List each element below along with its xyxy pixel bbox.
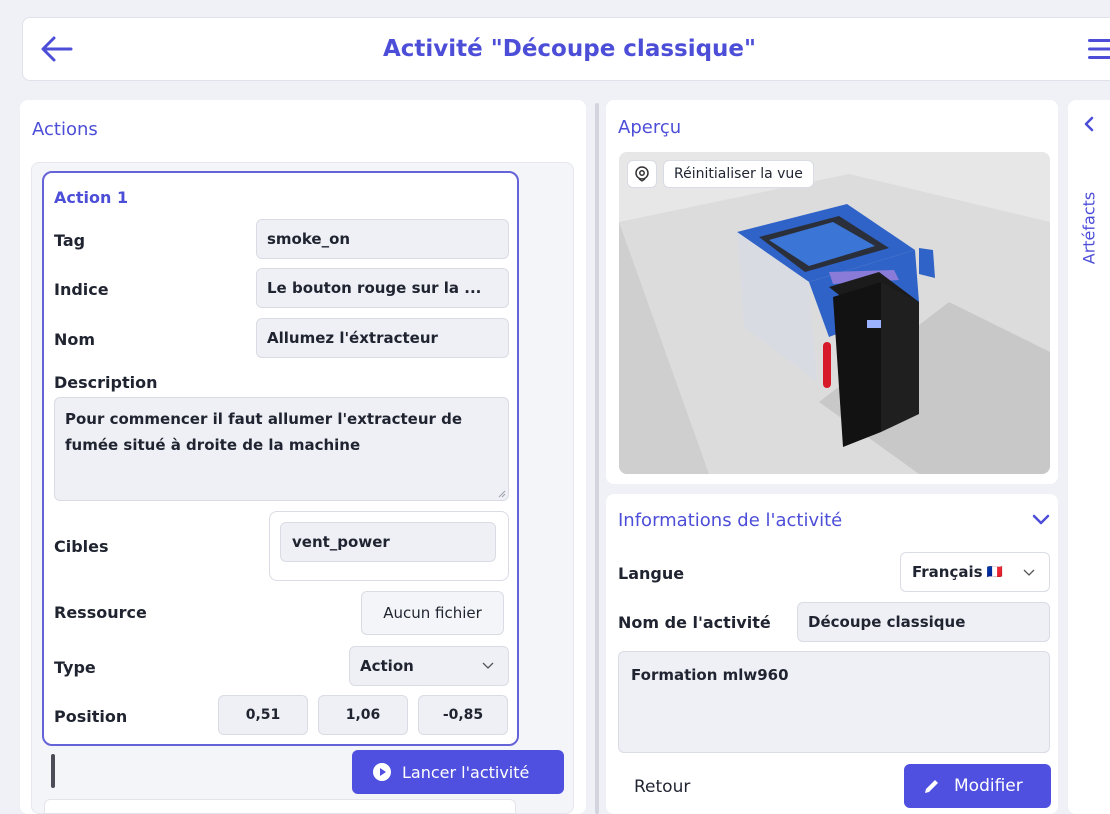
launch-activity-button[interactable]: Lancer l'activité	[352, 750, 564, 794]
activity-description-textarea[interactable]: Formation mlw960	[618, 651, 1050, 753]
launch-activity-label: Lancer l'activité	[402, 762, 530, 782]
tag-input[interactable]: smoke_on	[256, 219, 509, 259]
type-select[interactable]: Action	[349, 646, 509, 686]
description-text: Pour commencer il faut allumer l'extract…	[65, 410, 463, 454]
type-value: Action	[360, 657, 414, 675]
chevron-left-icon[interactable]	[1083, 116, 1095, 132]
language-value: Français	[912, 563, 983, 581]
resize-grip-icon[interactable]	[498, 490, 506, 498]
hamburger-menu-icon[interactable]	[1088, 38, 1110, 60]
pencil-icon	[925, 780, 938, 793]
chevron-down-icon[interactable]	[1031, 512, 1051, 526]
description-label: Description	[54, 373, 158, 392]
type-label: Type	[54, 658, 96, 677]
laser-cutter-model	[619, 152, 1050, 474]
position-z-input[interactable]: -0,85	[418, 695, 508, 735]
hint-label: Indice	[54, 280, 109, 299]
tag-label: Tag	[54, 231, 86, 250]
description-textarea[interactable]: Pour commencer il faut allumer l'extract…	[54, 397, 509, 501]
actions-title: Actions	[32, 119, 98, 140]
back-button[interactable]: Retour	[634, 777, 690, 797]
chevron-down-icon	[1023, 569, 1035, 576]
target-chip[interactable]: vent_power	[280, 522, 496, 562]
play-icon	[373, 763, 391, 781]
drag-handle[interactable]	[51, 754, 55, 788]
name-label: Nom	[54, 330, 96, 349]
position-y-input[interactable]: 1,06	[318, 695, 408, 735]
3d-viewport[interactable]: Réinitialiser la vue	[619, 152, 1050, 474]
viewport-toolbar: Réinitialiser la vue	[627, 160, 814, 188]
targets-label: Cibles	[54, 537, 109, 556]
position-x-input[interactable]: 0,51	[218, 695, 308, 735]
hint-input[interactable]: Le bouton rouge sur la ...	[256, 268, 509, 308]
activity-info-panel: Informations de l'activité Langue França…	[606, 494, 1058, 814]
activity-name-input[interactable]: Découpe classique	[797, 602, 1050, 642]
top-bar: Activité "Découpe classique"	[22, 17, 1110, 81]
language-label: Langue	[618, 564, 685, 583]
choose-file-button[interactable]: Aucun fichier	[361, 591, 504, 635]
france-flag-icon: 🇫🇷	[986, 564, 1003, 580]
action-card[interactable]: Action 1 Tag smoke_on Indice Le bouton r…	[42, 171, 519, 746]
page-title: Activité "Découpe classique"	[382, 36, 757, 62]
next-action-card[interactable]	[44, 799, 516, 814]
position-label: Position	[54, 707, 128, 726]
chevron-down-icon	[482, 662, 494, 669]
resource-label: Ressource	[54, 603, 147, 622]
artifacts-side-tab[interactable]: Artéfacts	[1068, 100, 1110, 814]
artifacts-label: Artéfacts	[1079, 191, 1099, 265]
name-input[interactable]: Allumez l'éxtracteur	[256, 318, 509, 358]
targets-box[interactable]: vent_power	[269, 511, 509, 581]
reset-view-button[interactable]: Réinitialiser la vue	[663, 160, 814, 188]
action-title: Action 1	[54, 188, 129, 207]
location-pin-icon[interactable]	[627, 160, 657, 188]
panel-divider[interactable]	[595, 103, 599, 814]
modify-button[interactable]: Modifier	[904, 764, 1051, 808]
modify-label: Modifier	[954, 776, 1023, 796]
activity-info-title[interactable]: Informations de l'activité	[618, 510, 842, 531]
preview-title: Aperçu	[618, 117, 682, 138]
actions-list[interactable]: Action 1 Tag smoke_on Indice Le bouton r…	[31, 162, 574, 814]
activity-name-label: Nom de l'activité	[618, 613, 771, 632]
preview-panel: Aperçu Réinitialiser la vue	[606, 100, 1058, 484]
language-select[interactable]: Français 🇫🇷	[900, 552, 1050, 592]
actions-panel: Actions Action 1 Tag smoke_on Indice Le …	[20, 100, 586, 814]
